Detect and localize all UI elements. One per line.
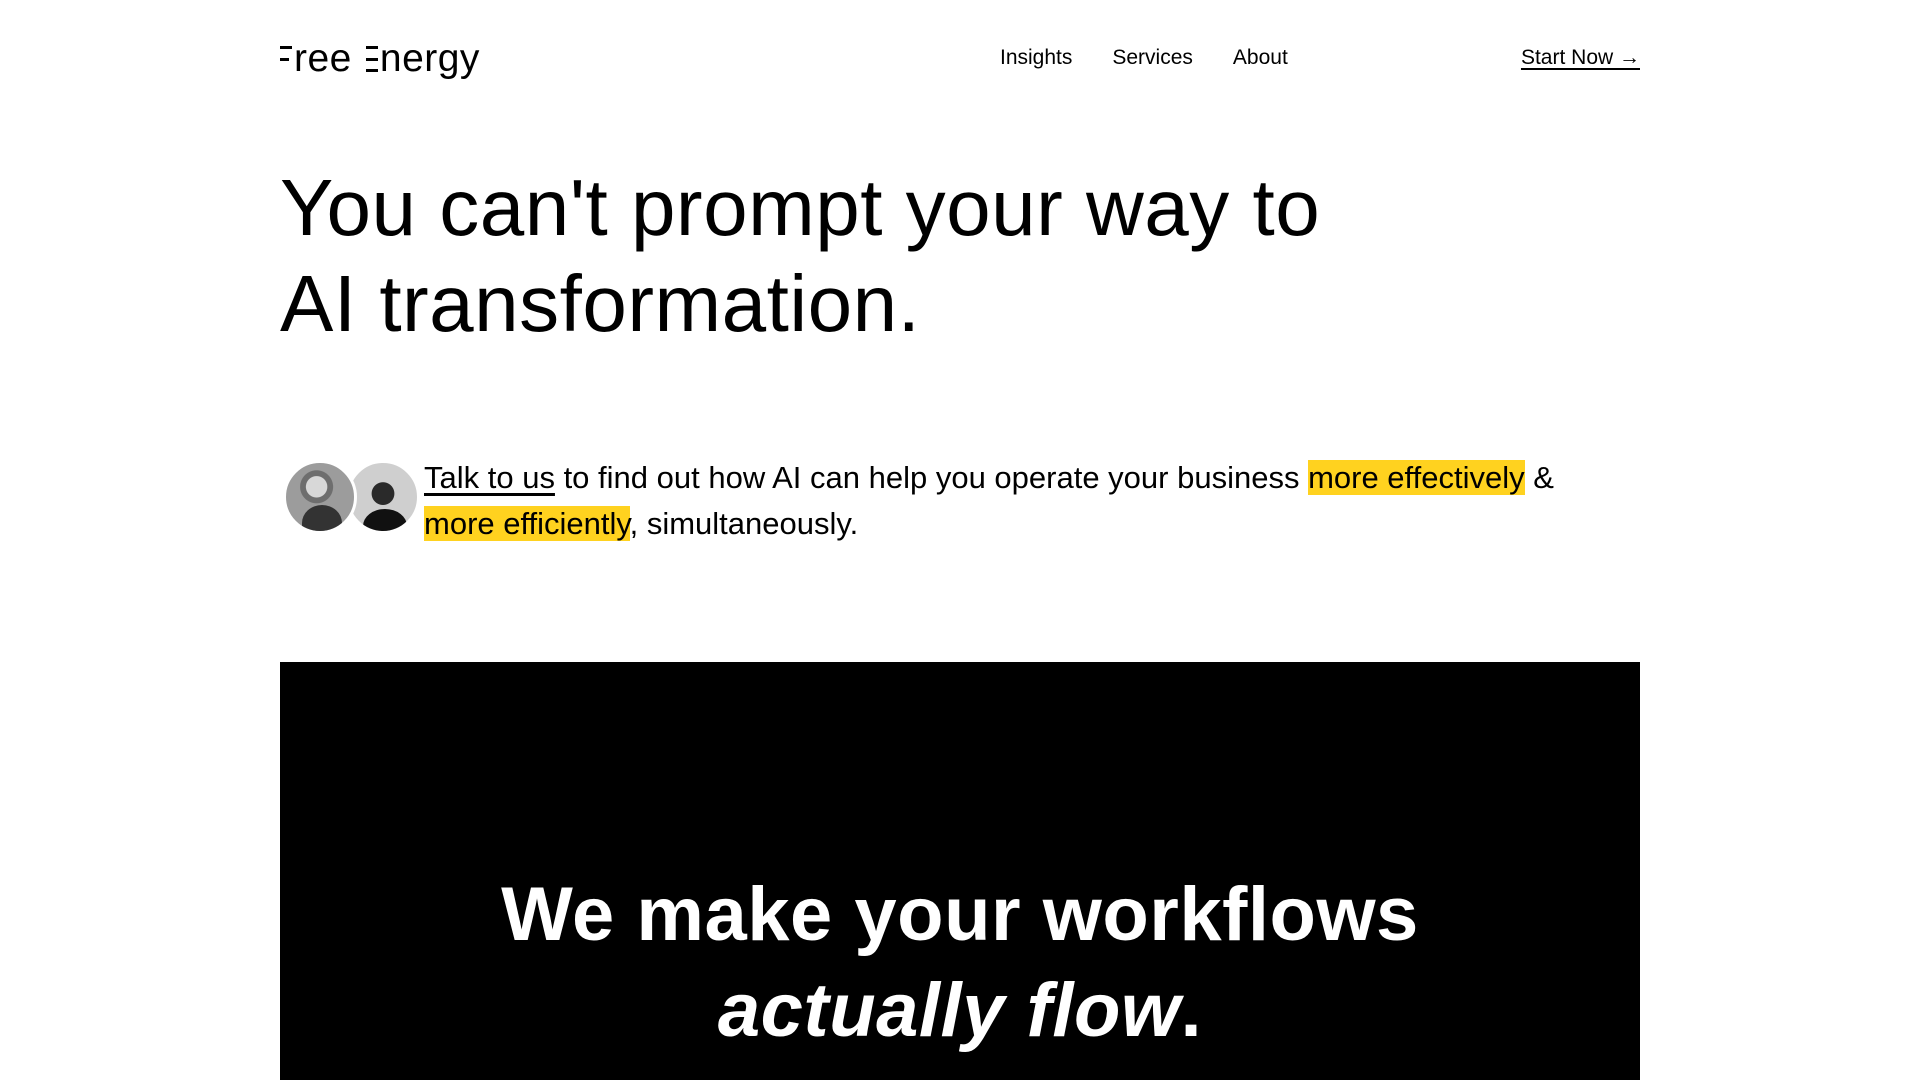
site-header: ree nergy Insights Services About Start …: [280, 28, 1640, 88]
highlight-more-efficiently: more efficiently: [424, 506, 630, 541]
avatar: [346, 460, 420, 534]
hero-title: You can't prompt your way to AI transfor…: [280, 160, 1480, 352]
intro-text-mid: to find out how AI can help you operate …: [554, 460, 1309, 495]
banner-title-italic: actually flow: [717, 968, 1181, 1053]
highlight-more-effectively: more effectively: [1308, 460, 1525, 495]
nav-insights[interactable]: Insights: [1000, 46, 1072, 70]
intro-text-amp: &: [1524, 460, 1554, 495]
banner-title-period: .: [1180, 968, 1203, 1053]
banner-title: We make your workflows actually flow.: [280, 867, 1640, 1059]
hero-title-line-1: You can't prompt your way to: [280, 163, 1321, 252]
logo-f-mark-icon: [280, 46, 292, 72]
avatar: [283, 460, 357, 534]
logo-word-1: ree: [294, 36, 352, 80]
logo[interactable]: ree nergy: [280, 39, 480, 78]
intro-section: Talk to us to find out how AI can help y…: [280, 455, 1650, 547]
main-nav: Insights Services About: [1000, 46, 1288, 70]
page: ree nergy Insights Services About Start …: [0, 0, 1920, 1080]
start-now-link[interactable]: Start Now →: [1521, 46, 1640, 70]
logo-e-mark-icon: [365, 46, 378, 72]
intro-text-end: , simultaneously.: [629, 506, 859, 541]
talk-to-us-link[interactable]: Talk to us: [424, 460, 555, 495]
team-avatars: [280, 455, 420, 535]
nav-services[interactable]: Services: [1112, 46, 1193, 70]
hero-title-line-2: AI transformation.: [280, 259, 921, 348]
workflows-banner: We make your workflows actually flow.: [280, 662, 1640, 1080]
logo-word-2: nergy: [379, 36, 480, 80]
banner-title-line-1: We make your workflows: [501, 872, 1419, 957]
nav-about[interactable]: About: [1233, 46, 1288, 70]
intro-text: Talk to us to find out how AI can help y…: [424, 455, 1624, 547]
